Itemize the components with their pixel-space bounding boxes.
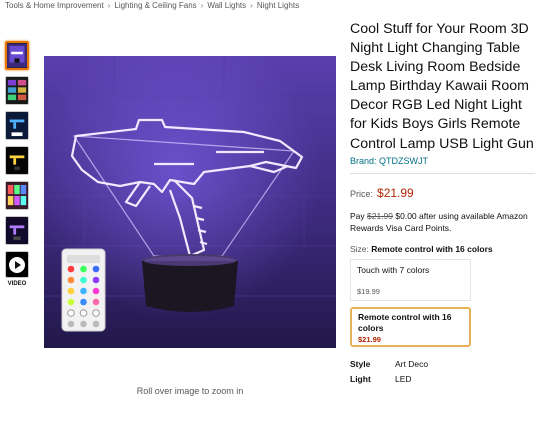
size-label: Size:: [350, 243, 372, 254]
thumbnail-image: [6, 77, 28, 104]
size-selected-value: Remote control with 16 colors: [371, 243, 493, 254]
size-selector-label: Size: Remote control with 16 colors: [350, 244, 535, 254]
breadcrumb-item-night-lights[interactable]: Night Lights: [257, 1, 299, 10]
product-details: Cool Stuff for Your Room 3D Night Light …: [350, 20, 535, 389]
size-option-touch[interactable]: Touch with 7 colors $19.99: [350, 258, 471, 301]
breadcrumb-item-lighting[interactable]: Lighting & Ceiling Fans: [114, 1, 196, 10]
option-name: Touch with 7 colors: [357, 264, 430, 275]
rewards-promo: Pay $21.99 $0.00 after using available A…: [350, 210, 535, 234]
option-name: Remote control with 16 colors: [358, 311, 452, 333]
video-label: VIDEO: [7, 281, 27, 287]
brand-value[interactable]: QTDZSWJT: [379, 156, 428, 166]
thumbnail-5[interactable]: [5, 181, 29, 210]
zoom-hint: Roll over image to zoom in: [136, 386, 244, 396]
thumbnail-strip: VIDEO: [5, 41, 31, 287]
price-label: Price:: [350, 188, 374, 199]
spec-key: Style: [350, 358, 371, 369]
breadcrumb-item-tools[interactable]: Tools & Home Improvement: [5, 1, 104, 10]
breadcrumb: Tools & Home Improvement › Lighting & Ce…: [5, 1, 299, 10]
spec-value: Art Deco: [395, 358, 429, 369]
thumbnail-3[interactable]: [5, 111, 29, 140]
thumbnail-4[interactable]: [5, 146, 29, 175]
thumbnail-image: [6, 147, 28, 174]
chevron-right-icon: ›: [200, 1, 204, 10]
size-option-remote[interactable]: Remote control with 16 colors $21.99: [350, 306, 471, 347]
option-price: $19.99: [357, 286, 380, 296]
promo-strike-price: $21.99: [367, 210, 394, 221]
product-title: Cool Stuff for Your Room 3D Night Light …: [350, 21, 534, 152]
thumbnail-1[interactable]: [5, 41, 29, 70]
spec-key: Light: [350, 373, 371, 384]
thumbnail-2[interactable]: [5, 76, 29, 105]
spec-table: Style Art Deco Light LED: [350, 359, 535, 384]
divider: [350, 172, 535, 174]
price-row: Price: $21.99: [350, 186, 535, 200]
thumbnail-6[interactable]: [5, 216, 29, 245]
promo-prefix: Pay: [350, 210, 368, 221]
spec-row-style: Style Art Deco: [350, 359, 535, 369]
remote-control: [61, 248, 106, 332]
thumbnail-image: [6, 217, 28, 244]
thumbnail-image: [7, 43, 27, 68]
play-icon: [9, 256, 25, 273]
option-price: $21.99: [358, 334, 381, 344]
spec-value: LED: [395, 373, 412, 384]
brand-label: Brand:: [350, 155, 380, 166]
chevron-right-icon: ›: [250, 1, 253, 10]
brand-link[interactable]: Brand: QTDZSWJT: [350, 156, 535, 166]
thumbnail-image: [6, 112, 28, 139]
chevron-right-icon: ›: [107, 1, 111, 10]
thumbnail-image: [6, 182, 28, 209]
lamp-base: [142, 254, 238, 312]
thumbnail-video[interactable]: [5, 251, 29, 278]
price-value: $21.99: [377, 185, 414, 200]
breadcrumb-item-wall-lights[interactable]: Wall Lights: [207, 1, 246, 10]
main-product-image[interactable]: [44, 56, 336, 348]
night-light-image: [44, 56, 336, 348]
spec-row-light: Light LED: [350, 374, 535, 384]
